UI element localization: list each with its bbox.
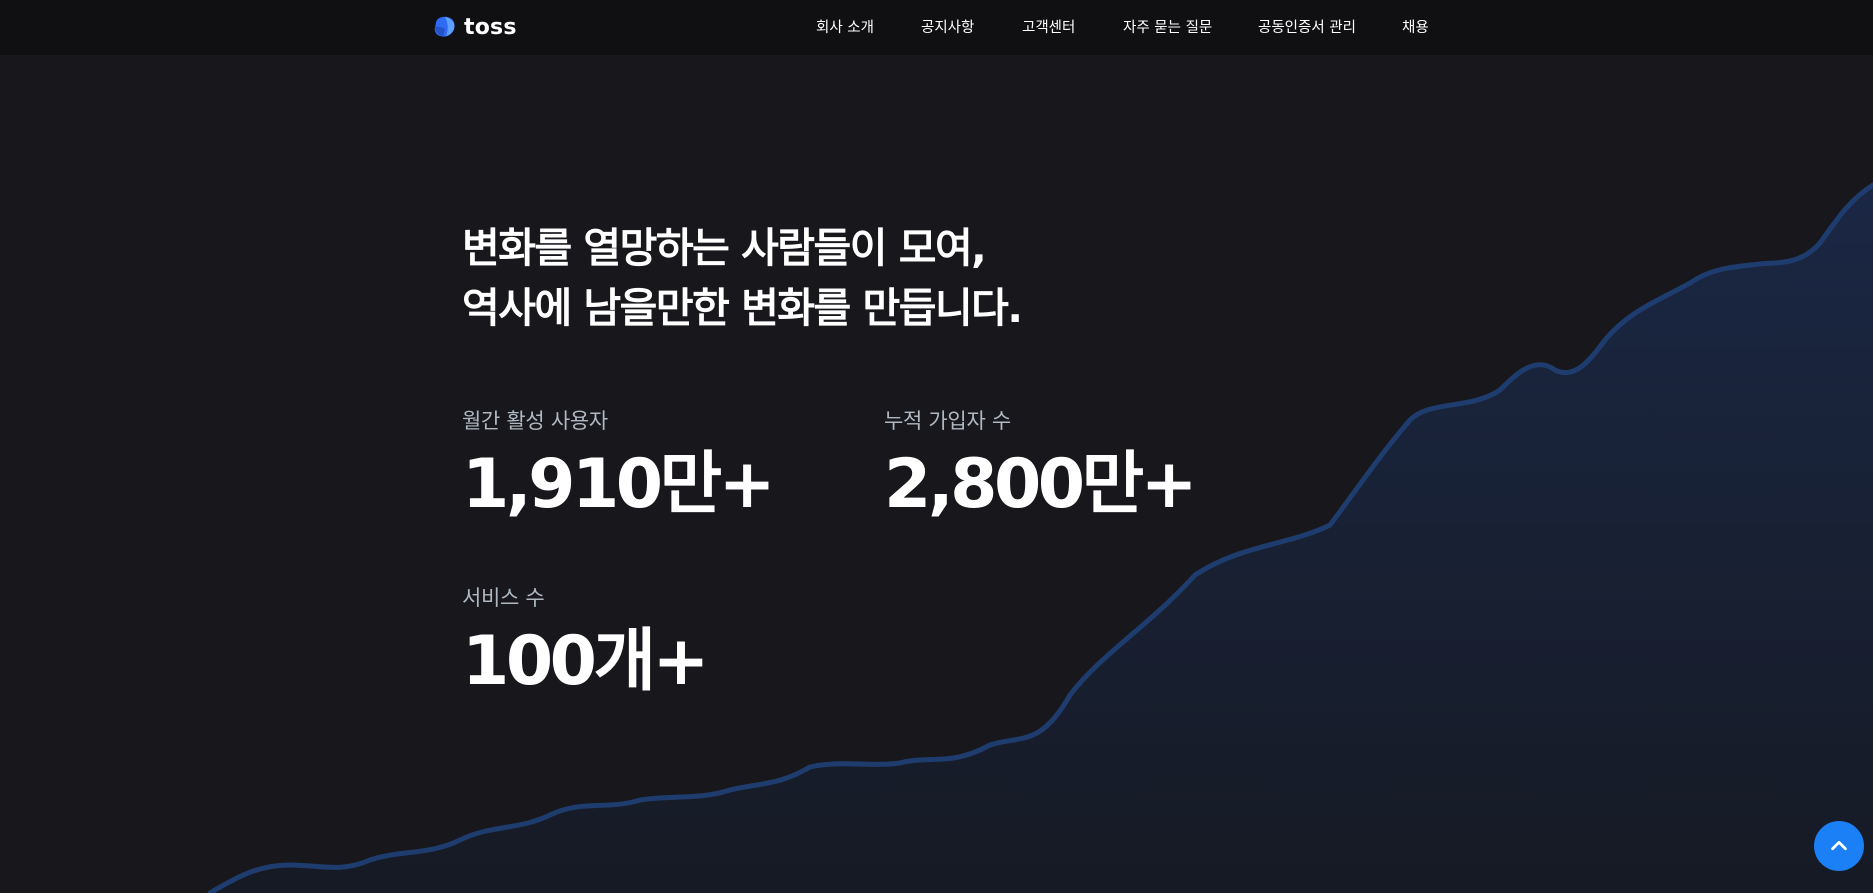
stat-label: 서비스 수 (462, 586, 545, 610)
nav-customer-center[interactable]: 고객센터 (1022, 16, 1075, 37)
logo-text: toss (464, 14, 517, 40)
nav-faq[interactable]: 자주 묻는 질문 (1123, 16, 1212, 37)
stat-label: 누적 가입자 수 (884, 409, 1011, 433)
stat-total-signups: 누적 가입자 수 2,800만+ (884, 405, 1198, 525)
nav-notices[interactable]: 공지사항 (921, 16, 974, 37)
stat-monthly-active-users: 월간 활성 사용자 1,910만+ (462, 405, 776, 525)
nav-certificate-management[interactable]: 공동인증서 관리 (1258, 16, 1356, 37)
stat-value: 2,800만+ (884, 445, 1198, 524)
stat-label: 월간 활성 사용자 (462, 409, 608, 433)
page: toss 회사 소개 공지사항 고객센터 자주 묻는 질문 공동인증서 관리 채… (0, 0, 1873, 893)
hero-section: 변화를 열망하는 사람들이 모여, 역사에 남을만한 변화를 만듭니다. 월간 … (0, 0, 1873, 893)
stat-services-count: 서비스 수 100개+ (462, 582, 709, 702)
nav-careers[interactable]: 채용 (1402, 16, 1429, 37)
stat-value: 100개+ (462, 622, 709, 701)
toss-logo-link[interactable]: toss (432, 13, 517, 41)
chevron-up-icon (1831, 840, 1847, 851)
hero-headline: 변화를 열망하는 사람들이 모여, 역사에 남을만한 변화를 만듭니다. (462, 218, 1162, 338)
scroll-to-top-button[interactable] (1814, 821, 1864, 871)
nav-company-intro[interactable]: 회사 소개 (816, 16, 874, 37)
headline-line-1: 변화를 열망하는 사람들이 모여, (462, 224, 987, 272)
stat-value: 1,910만+ (462, 445, 776, 524)
headline-line-2: 역사에 남을만한 변화를 만듭니다. (462, 284, 1023, 332)
top-header: toss 회사 소개 공지사항 고객센터 자주 묻는 질문 공동인증서 관리 채… (0, 0, 1873, 55)
toss-logo-icon (434, 16, 455, 37)
